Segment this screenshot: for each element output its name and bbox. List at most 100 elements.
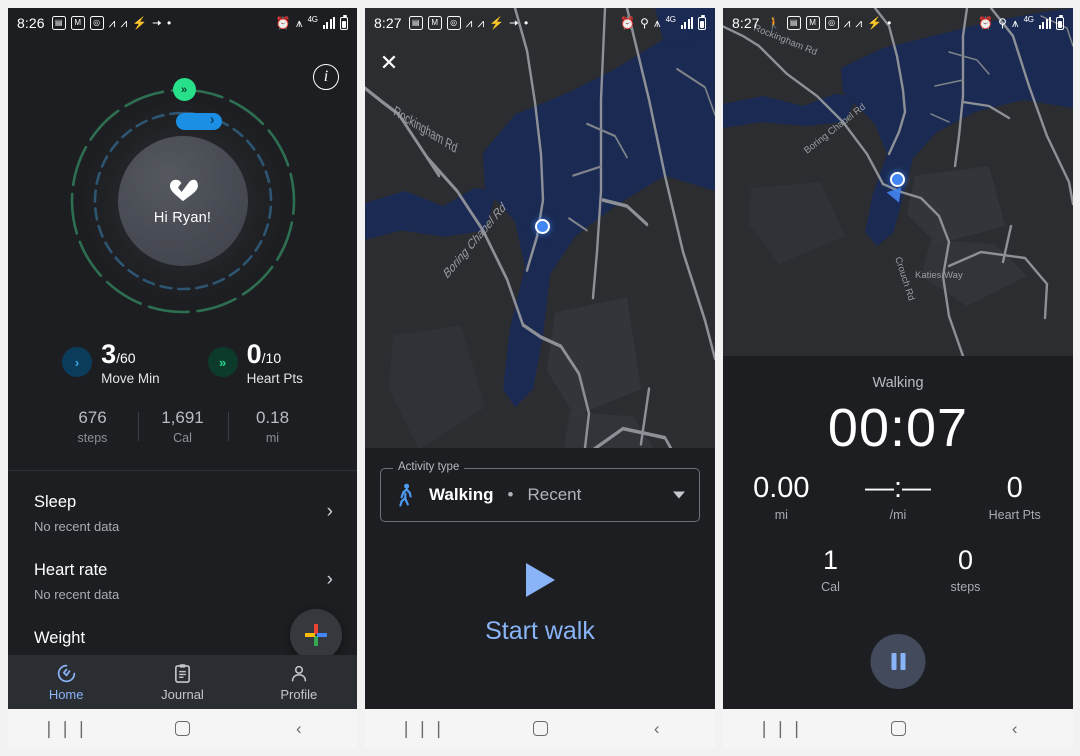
back-button[interactable]: ‹ [241,719,357,739]
add-icon [305,624,327,646]
back-button[interactable]: ‹ [598,719,715,739]
card-subtitle: No recent data [34,519,120,534]
goal-value: 3 [101,339,117,369]
back-icon: ‹ [653,718,660,738]
phone-panel-home: 8:26 ▤ M ◎ ⩘ ⩘ ⚡ 🠦 • ⏰ ⩚ 4G i » › Hi Rya… [8,8,357,748]
alarm-icon: ⏰ [275,16,291,30]
metrics-row-primary: 0.00 mi —:— /mi 0 Heart Pts [723,472,1073,523]
phone-panel-active-walk: Rockingham Rd Boring Chapel Rd Crouch Rd… [723,8,1073,748]
play-icon [525,563,555,597]
ring-center[interactable]: Hi Ryan! [117,136,248,266]
dot-icon: • [887,16,892,30]
activity-type-select[interactable]: Activity type Walking • Recent [380,461,700,522]
heart-pts-marker[interactable]: » [172,78,196,101]
4g-icon: 4G [307,14,318,24]
activity-name: Walking [872,375,924,391]
substat-mi[interactable]: 0.18 mi [227,408,318,445]
nav-item-journal[interactable]: Journal [124,663,240,702]
metric-value: 0 [1006,472,1023,504]
home-button[interactable] [840,721,957,736]
metric-calories: 1 Cal [763,546,898,594]
nav-item-home[interactable]: Home [8,663,124,702]
start-walk-button[interactable]: Start walk [365,563,715,646]
chart-box-icon: ▤ [786,16,801,30]
location-icon: ⚲ [998,16,1007,30]
instagram-icon: ◎ [89,16,104,30]
status-bar-panel1: 8:26 ▤ M ◎ ⩘ ⩘ ⚡ 🠦 • ⏰ ⩚ 4G [8,8,357,38]
recents-button[interactable]: ❘❘❘ [723,719,840,739]
goal-target: /60 [116,350,136,366]
nav-label: Home [48,686,84,702]
substat-label: steps [77,431,108,445]
nav-label: Profile [280,686,318,702]
metric-steps: 0 steps [898,546,1033,594]
goal-label: Heart Pts [246,371,303,386]
person-icon [291,665,306,682]
home-button[interactable] [482,721,599,736]
shoe-icon: 🠦 [509,16,519,30]
chevron-right-icon: › [326,501,333,522]
chevron-down-icon[interactable] [673,491,685,499]
card-sleep[interactable]: Sleep No recent data › [8,478,357,546]
metric-label: steps [950,579,981,594]
bolt-icon: ⚡ [489,16,505,30]
recents-icon: ❘❘❘ [756,718,806,738]
card-title: Sleep [34,493,77,511]
chart-box-icon: ▤ [51,16,66,30]
map-panel3[interactable]: Rockingham Rd Boring Chapel Rd Crouch Rd… [723,8,1073,356]
my-location-icon [535,219,550,234]
substat-cal[interactable]: 1,691 Cal [137,408,228,445]
substat-value: 0.18 [255,408,290,427]
goals-row: › 3/60 Move Min » 0/10 Heart Pts [8,341,357,386]
status-right-group: ⏰ ⚲ ⩚ 4G [978,14,1064,30]
battery-icon [340,14,348,30]
back-icon: ‹ [295,718,302,738]
nav-item-profile[interactable]: Profile [241,663,357,702]
activity-type-legend: Activity type [393,461,465,473]
4g-icon: 4G [1023,14,1034,24]
road-label: Katies Way [915,270,963,281]
goal-heart-pts[interactable]: » 0/10 Heart Pts [207,341,303,387]
pause-icon [891,653,896,670]
goal-text: 0/10 Heart Pts [246,341,303,387]
android-system-nav-1: ❘❘❘ ‹ [8,709,357,748]
card-subtitle: No recent data [34,587,120,602]
metric-label: Heart Pts [988,508,1041,523]
strava-icon: ⩘ [855,16,863,30]
strava-icon: ⩘ [477,16,485,30]
greeting-text: Hi Ryan! [153,209,212,226]
back-button[interactable]: ‹ [956,719,1073,739]
signal-icon [322,17,335,29]
nav-label: Journal [161,686,204,702]
goal-text: 3/60 Move Min [101,339,160,387]
heart-pts-icon: » [207,347,238,377]
recents-button[interactable]: ❘❘❘ [365,719,482,739]
start-walk-sheet: Activity type Walking • Recent Start wal… [365,448,715,709]
move-min-marker[interactable] [175,111,222,130]
pause-icon [900,653,905,670]
metric-distance: 0.00 mi [723,473,840,523]
4g-icon: 4G [665,14,676,24]
active-walk-screen: Rockingham Rd Boring Chapel Rd Crouch Rd… [723,8,1073,709]
status-clock: 8:26 [17,15,45,31]
goal-label: Move Min [101,371,160,386]
add-activity-fab[interactable] [290,609,342,661]
active-walk-sheet: Walking 00:07 0.00 mi —:— /mi 0 Heart Pt… [723,356,1073,709]
card-heart-rate[interactable]: Heart rate No recent data › [8,546,357,614]
start-walk-label: Start walk [485,617,595,645]
substat-steps[interactable]: 676 steps [48,408,138,445]
metric-label: Cal [821,579,840,594]
pause-button[interactable] [870,634,926,689]
strava-icon: ⩘ [843,16,851,30]
activity-type-separator: • [507,485,514,504]
recents-button[interactable]: ❘❘❘ [8,719,124,739]
goal-move-min[interactable]: › 3/60 Move Min [62,341,160,386]
activity-type-hint: Recent [527,485,582,504]
home-button[interactable] [124,721,240,736]
section-divider [8,470,357,471]
status-right-group: ⏰ ⩚ 4G [275,14,348,30]
status-bar-panel2: 8:27 ▤ M ◎ ⩘ ⩘ ⚡ 🠦 • ⏰ ⚲ ⩚ 4G [365,8,715,38]
info-icon[interactable]: i [313,64,339,90]
activity-ring[interactable]: » Hi Ryan! [58,76,308,326]
close-icon[interactable]: ✕ [378,52,400,74]
